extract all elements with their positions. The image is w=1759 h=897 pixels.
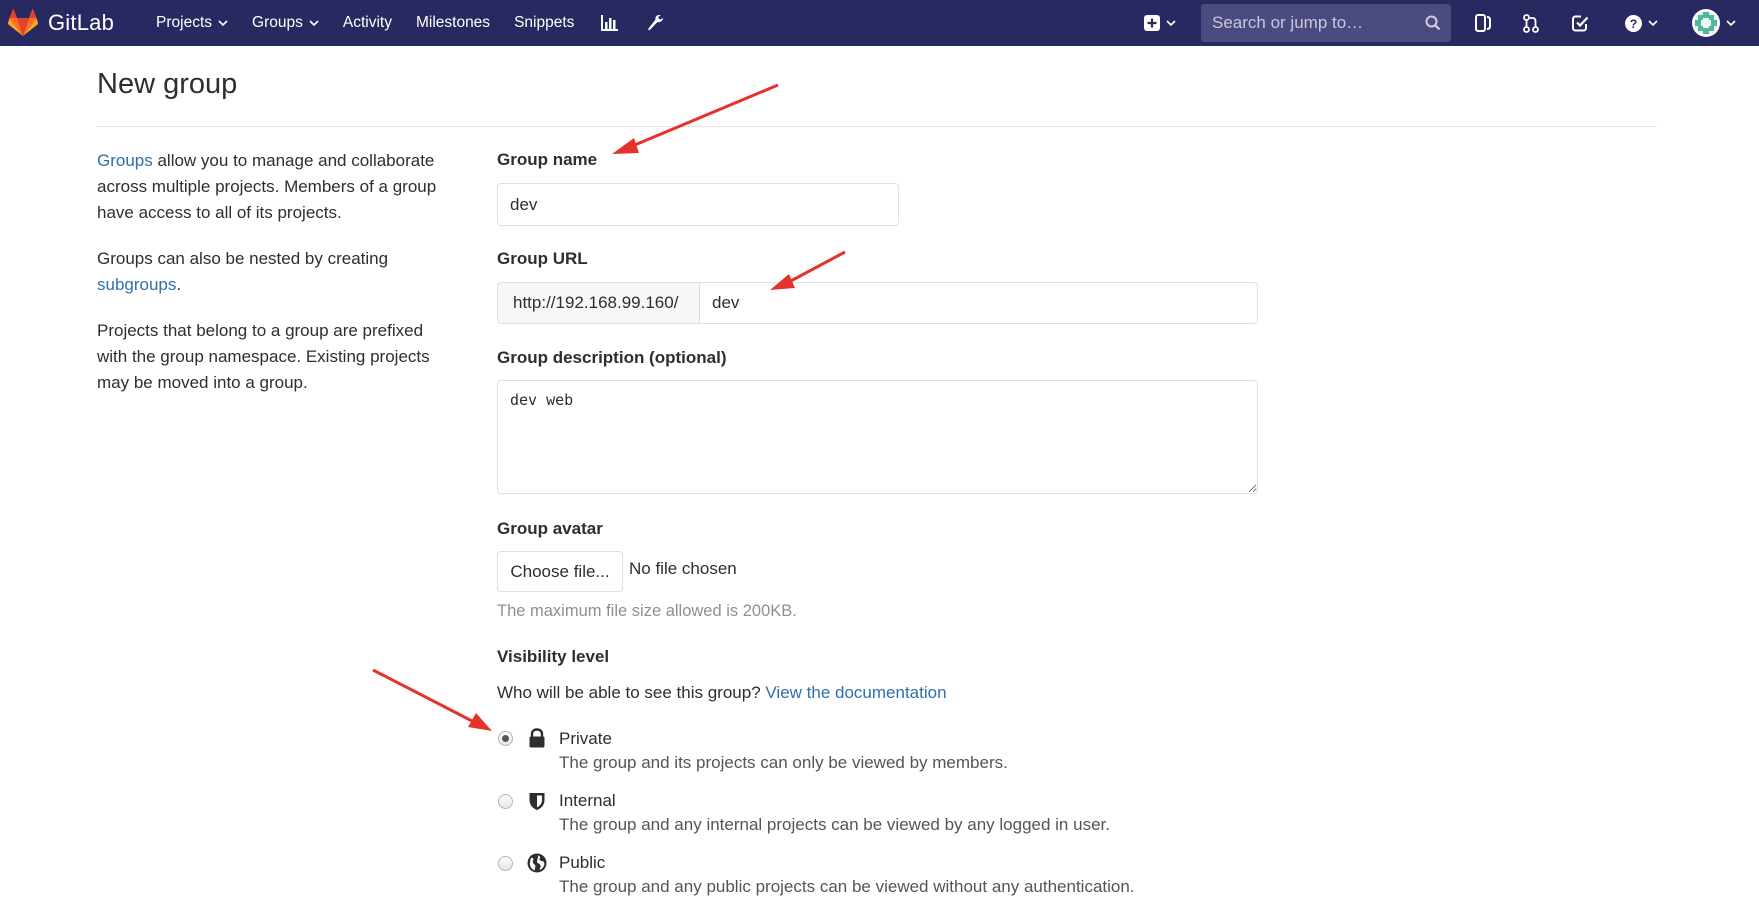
issues-icon — [1475, 14, 1491, 32]
visibility-title-private: Private — [559, 729, 612, 748]
group-name-input[interactable] — [497, 183, 899, 226]
visibility-radio-public[interactable] — [498, 856, 513, 871]
todo-check-icon — [1571, 15, 1588, 31]
group-url-label: Group URL — [497, 249, 588, 268]
new-item-dropdown[interactable] — [1137, 0, 1183, 46]
visibility-question-text: Who will be able to see this group? — [497, 683, 761, 702]
namespace-help-text: Projects that belong to a group are pref… — [97, 321, 430, 392]
visibility-level-label: Visibility level — [497, 647, 610, 666]
plus-square-icon — [1144, 15, 1160, 31]
subgroups-link[interactable]: subgroups — [97, 275, 176, 294]
wrench-icon — [648, 15, 663, 31]
chevron-down-icon — [1647, 19, 1658, 26]
visibility-radio-private[interactable] — [498, 731, 513, 746]
chart-icon — [600, 15, 618, 31]
visibility-title-public: Public — [559, 853, 606, 872]
issues-button[interactable] — [1460, 0, 1506, 46]
visibility-desc-private: The group and its projects can only be v… — [559, 753, 1008, 772]
nav-snippets-label: Snippets — [514, 14, 575, 31]
shield-icon — [529, 793, 545, 810]
gitlab-tanuki-icon — [8, 9, 38, 36]
top-navbar: GitLab Projects Groups Activity Mileston… — [0, 0, 1759, 46]
search-icon[interactable] — [1425, 15, 1441, 31]
visibility-title-internal: Internal — [559, 791, 616, 810]
nav-snippets[interactable]: Snippets — [502, 0, 586, 46]
nav-projects[interactable]: Projects — [144, 0, 240, 46]
nav-milestones[interactable]: Milestones — [404, 0, 502, 46]
chevron-down-icon — [1726, 19, 1736, 26]
visibility-desc-internal: The group and any internal projects can … — [559, 815, 1110, 834]
subgroups-help-text: Groups can also be nested by creating — [97, 249, 389, 268]
file-status-text: No file chosen — [629, 559, 737, 578]
globe-icon — [527, 853, 547, 873]
search-box[interactable] — [1201, 4, 1451, 42]
view-documentation-link[interactable]: View the documentation — [765, 683, 946, 702]
sidebar-paragraph-subgroups: Groups can also be nested by creating su… — [97, 246, 457, 298]
sidebar-paragraph-groups: Groups allow you to manage and collabora… — [97, 148, 457, 226]
title-divider — [97, 126, 1657, 127]
gitlab-logo[interactable]: GitLab — [8, 0, 114, 46]
avatar-size-help: The maximum file size allowed is 200KB. — [497, 602, 797, 620]
group-path-input[interactable] — [700, 282, 1258, 324]
nav-chart-button[interactable] — [586, 0, 632, 46]
nav-groups-label: Groups — [252, 14, 303, 31]
user-menu-dropdown[interactable] — [1684, 0, 1744, 46]
groups-help-link[interactable]: Groups — [97, 151, 153, 170]
subgroups-help-end: . — [176, 275, 182, 294]
nav-milestones-label: Milestones — [415, 14, 491, 31]
merge-requests-button[interactable] — [1508, 0, 1554, 46]
group-description-textarea[interactable]: dev web — [497, 380, 1258, 494]
arrow-to-group-name — [612, 83, 779, 154]
todos-button[interactable] — [1557, 0, 1603, 46]
brand-name: GitLab — [48, 10, 115, 35]
nav-admin-button[interactable] — [632, 0, 678, 46]
lock-icon — [529, 728, 545, 748]
help-icon: ? — [1624, 14, 1642, 32]
nav-activity[interactable]: Activity — [331, 0, 404, 46]
help-dropdown[interactable]: ? — [1616, 0, 1666, 46]
search-input[interactable] — [1201, 12, 1411, 34]
visibility-question: Who will be able to see this group? View… — [497, 683, 947, 703]
user-avatar — [1692, 9, 1720, 37]
nav-groups[interactable]: Groups — [240, 0, 331, 46]
group-avatar-label: Group avatar — [497, 519, 603, 538]
visibility-desc-public: The group and any public projects can be… — [559, 877, 1135, 896]
chevron-down-icon — [1166, 19, 1176, 26]
chevron-down-icon — [218, 19, 228, 26]
nav-activity-label: Activity — [342, 14, 392, 31]
arrow-to-private-radio — [372, 668, 492, 731]
visibility-radio-internal[interactable] — [498, 794, 513, 809]
page-title: New group — [97, 68, 238, 100]
group-url-prefix: http://192.168.99.160/ — [497, 282, 700, 324]
nav-projects-label: Projects — [156, 14, 213, 31]
sidebar-paragraph-namespace: Projects that belong to a group are pref… — [97, 318, 457, 396]
group-description-label: Group description (optional) — [497, 348, 727, 367]
chevron-down-icon — [309, 19, 319, 26]
choose-file-button[interactable]: Choose file... — [497, 551, 623, 592]
svg-text:?: ? — [1629, 17, 1636, 31]
group-name-label: Group name — [497, 150, 598, 169]
merge-request-icon — [1523, 13, 1539, 33]
